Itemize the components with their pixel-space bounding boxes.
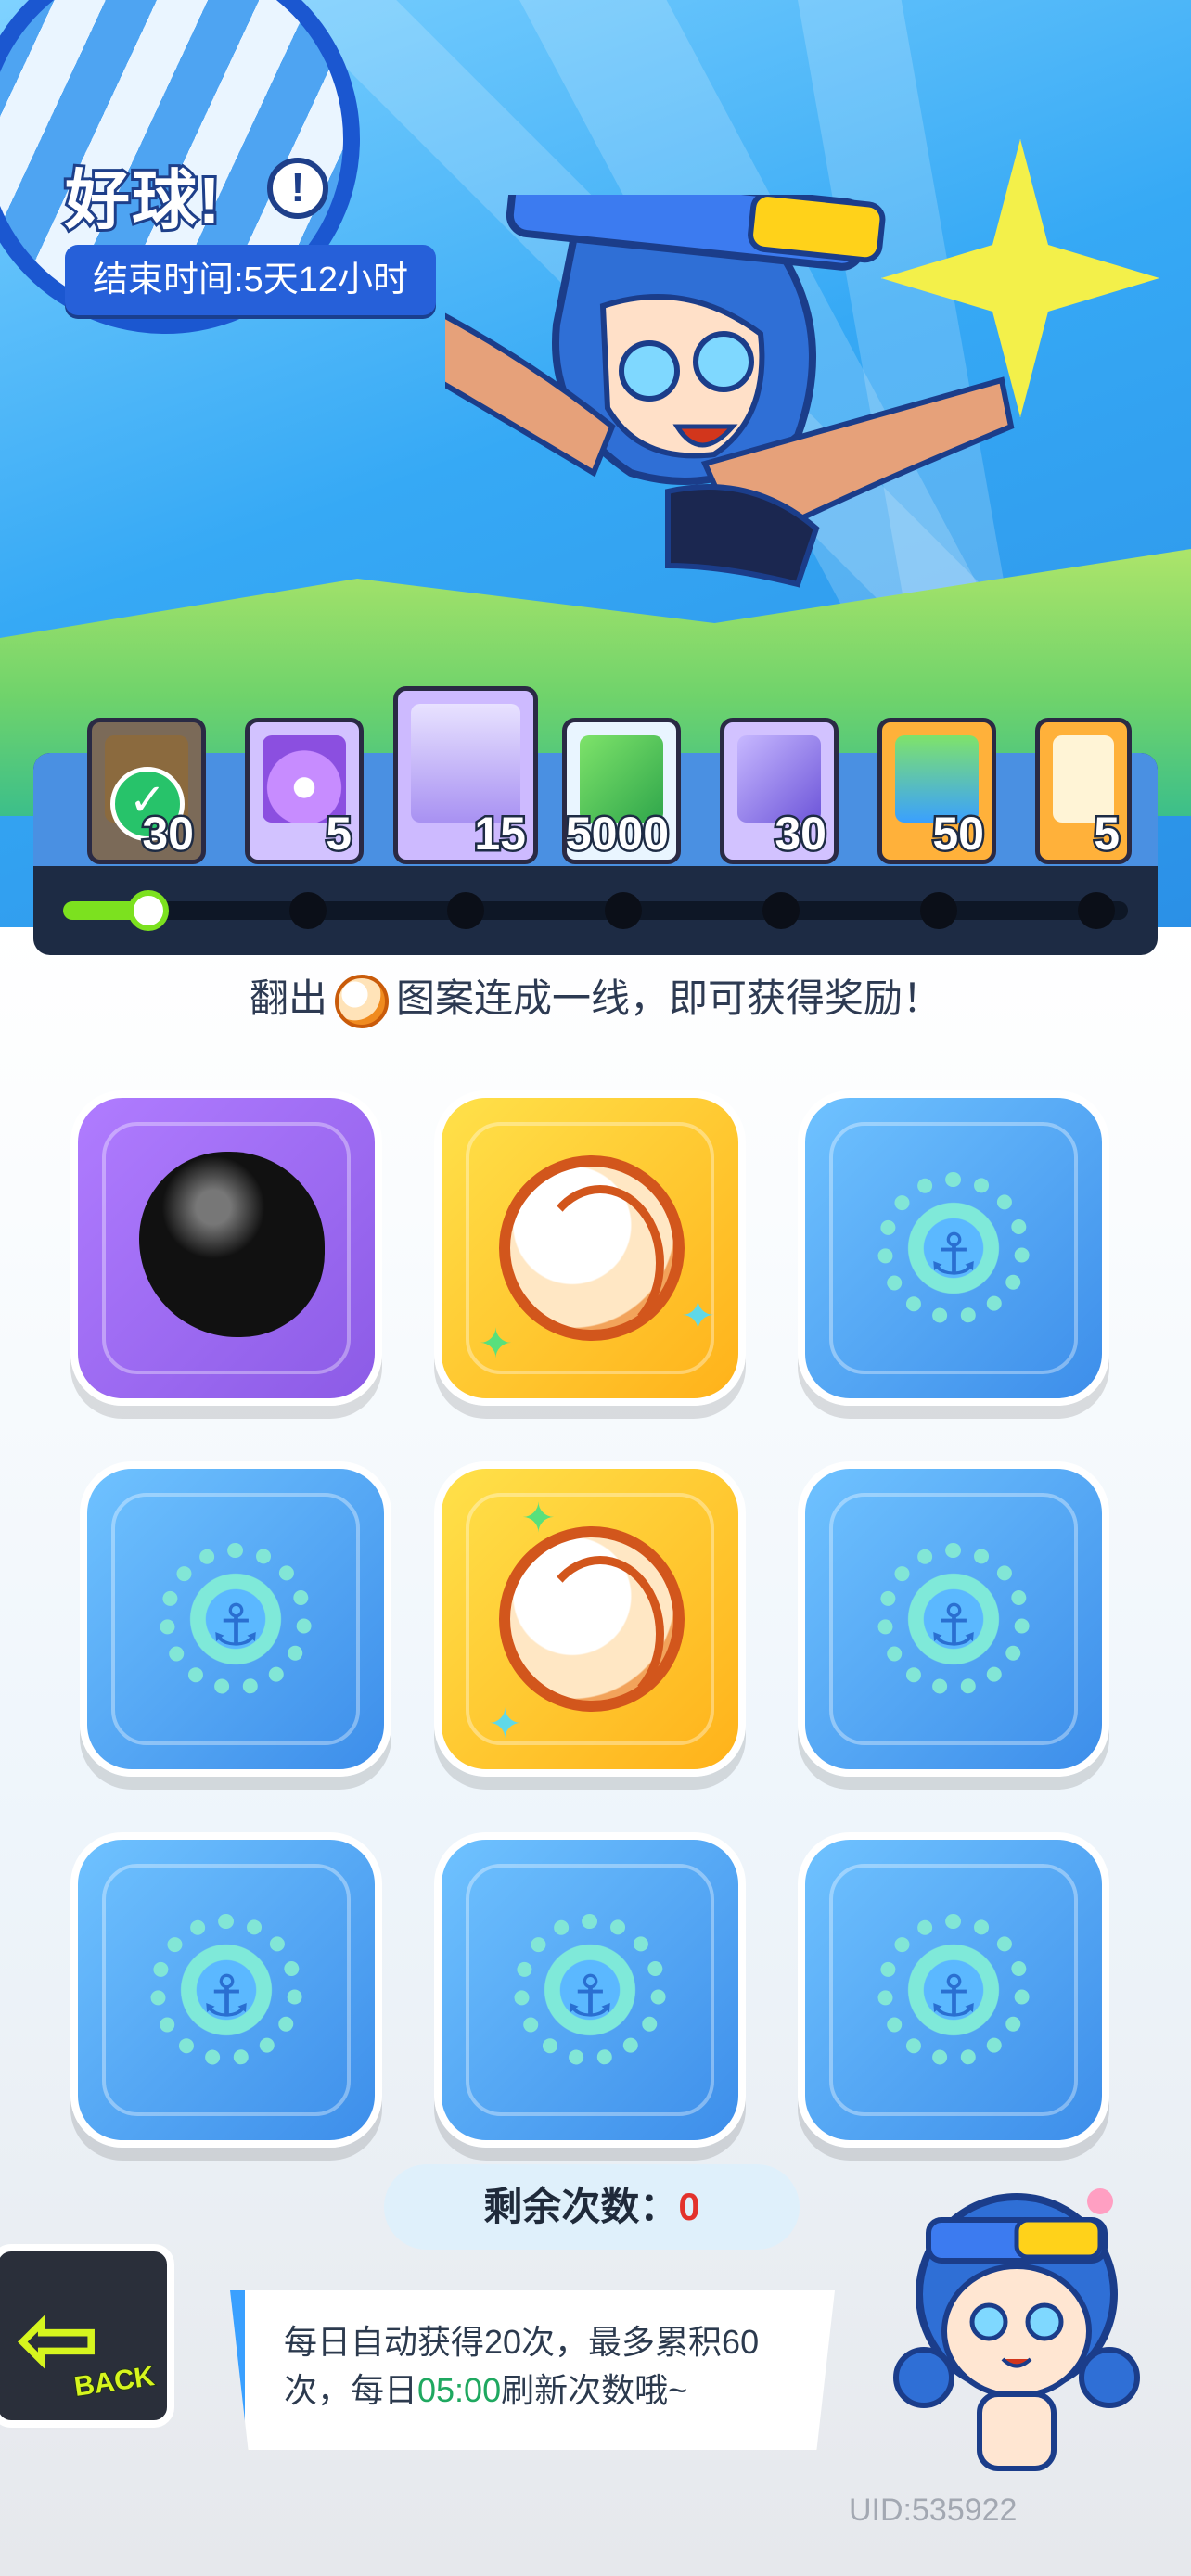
exclamation-icon[interactable]: ! xyxy=(267,158,328,219)
tip-text: 每日自动获得20次，最多累积60次，每日05:00刷新次数哦~ xyxy=(284,2318,801,2415)
progress-node xyxy=(605,892,642,929)
progress-bar xyxy=(63,901,1128,920)
instruction-text: 翻出 图案连成一线，即可获得奖励！ xyxy=(0,966,1191,1031)
grid-card-1-2[interactable]: ✦ ✦ xyxy=(434,1090,746,1406)
grid-card-3-1[interactable]: ⚓ xyxy=(70,1832,382,2148)
reward-qty: 15 xyxy=(472,806,529,861)
volleyball-icon xyxy=(335,974,389,1028)
progress-node xyxy=(447,892,484,929)
reward-item-1[interactable]: ✓ 30 xyxy=(87,718,206,864)
reward-qty: 30 xyxy=(140,806,197,861)
progress-node xyxy=(1078,892,1115,929)
grid-card-2-3[interactable]: ⚓ xyxy=(798,1461,1109,1777)
reward-item-7[interactable]: 5 xyxy=(1035,718,1132,864)
tip-text-after: 刷新次数哦~ xyxy=(501,2371,688,2409)
tip-refresh-time: 05:00 xyxy=(417,2371,502,2409)
character-illustration xyxy=(445,195,1015,588)
reward-qty: 5 xyxy=(324,806,354,861)
reward-qty: 5 xyxy=(1092,806,1122,861)
sparkle-icon: ✦ xyxy=(488,1702,522,1747)
sparkle-icon: ✦ xyxy=(681,1294,715,1339)
grid-card-1-1[interactable] xyxy=(70,1090,382,1406)
reward-qty: 50 xyxy=(930,806,987,861)
progress-node xyxy=(762,892,800,929)
back-button[interactable]: ⇦ BACK xyxy=(0,2244,174,2428)
grid-card-3-2[interactable]: ⚓ xyxy=(434,1832,746,2148)
remaining-count: 剩余次数：0 xyxy=(384,2164,800,2250)
tip-bubble: 每日自动获得20次，最多累积60次，每日05:00刷新次数哦~ xyxy=(230,2290,835,2450)
progress-knob xyxy=(128,890,169,931)
cool-can-icon xyxy=(411,704,520,823)
remaining-label: 剩余次数： xyxy=(483,2185,679,2228)
instruction-before: 翻出 xyxy=(249,976,327,1020)
progress-node xyxy=(920,892,957,929)
remaining-number: 0 xyxy=(678,2185,700,2228)
sparkle-icon: ✦ xyxy=(521,1496,556,1541)
reward-item-6[interactable]: 50 xyxy=(877,718,996,864)
volleyball-icon xyxy=(499,1155,685,1341)
reward-qty: 30 xyxy=(773,806,829,861)
mascot-character xyxy=(893,2188,1140,2471)
uid-label: UID:535922 xyxy=(849,2493,1018,2528)
volleyball-icon xyxy=(499,1526,685,1712)
sparkle-icon: ✦ xyxy=(479,1321,513,1367)
instruction-after: 图案连成一线，即可获得奖励！ xyxy=(396,976,942,1020)
end-time-label: 结束时间:5天12小时 xyxy=(65,245,436,315)
grid-card-1-3[interactable]: ⚓ xyxy=(798,1090,1109,1406)
reward-qty: 5000 xyxy=(565,806,672,861)
reward-item-4[interactable]: 5000 xyxy=(562,718,681,864)
reward-item-5[interactable]: 30 xyxy=(720,718,839,864)
event-title: 好球! xyxy=(62,161,223,239)
progress-node xyxy=(289,892,327,929)
reward-item-3[interactable]: 15 xyxy=(393,686,538,864)
grid-card-2-2[interactable]: ✦ ✦ xyxy=(434,1461,746,1777)
grid-card-3-3[interactable]: ⚓ xyxy=(798,1832,1109,2148)
reward-item-2[interactable]: 5 xyxy=(245,718,364,864)
grid-card-2-1[interactable]: ⚓ xyxy=(80,1461,391,1777)
